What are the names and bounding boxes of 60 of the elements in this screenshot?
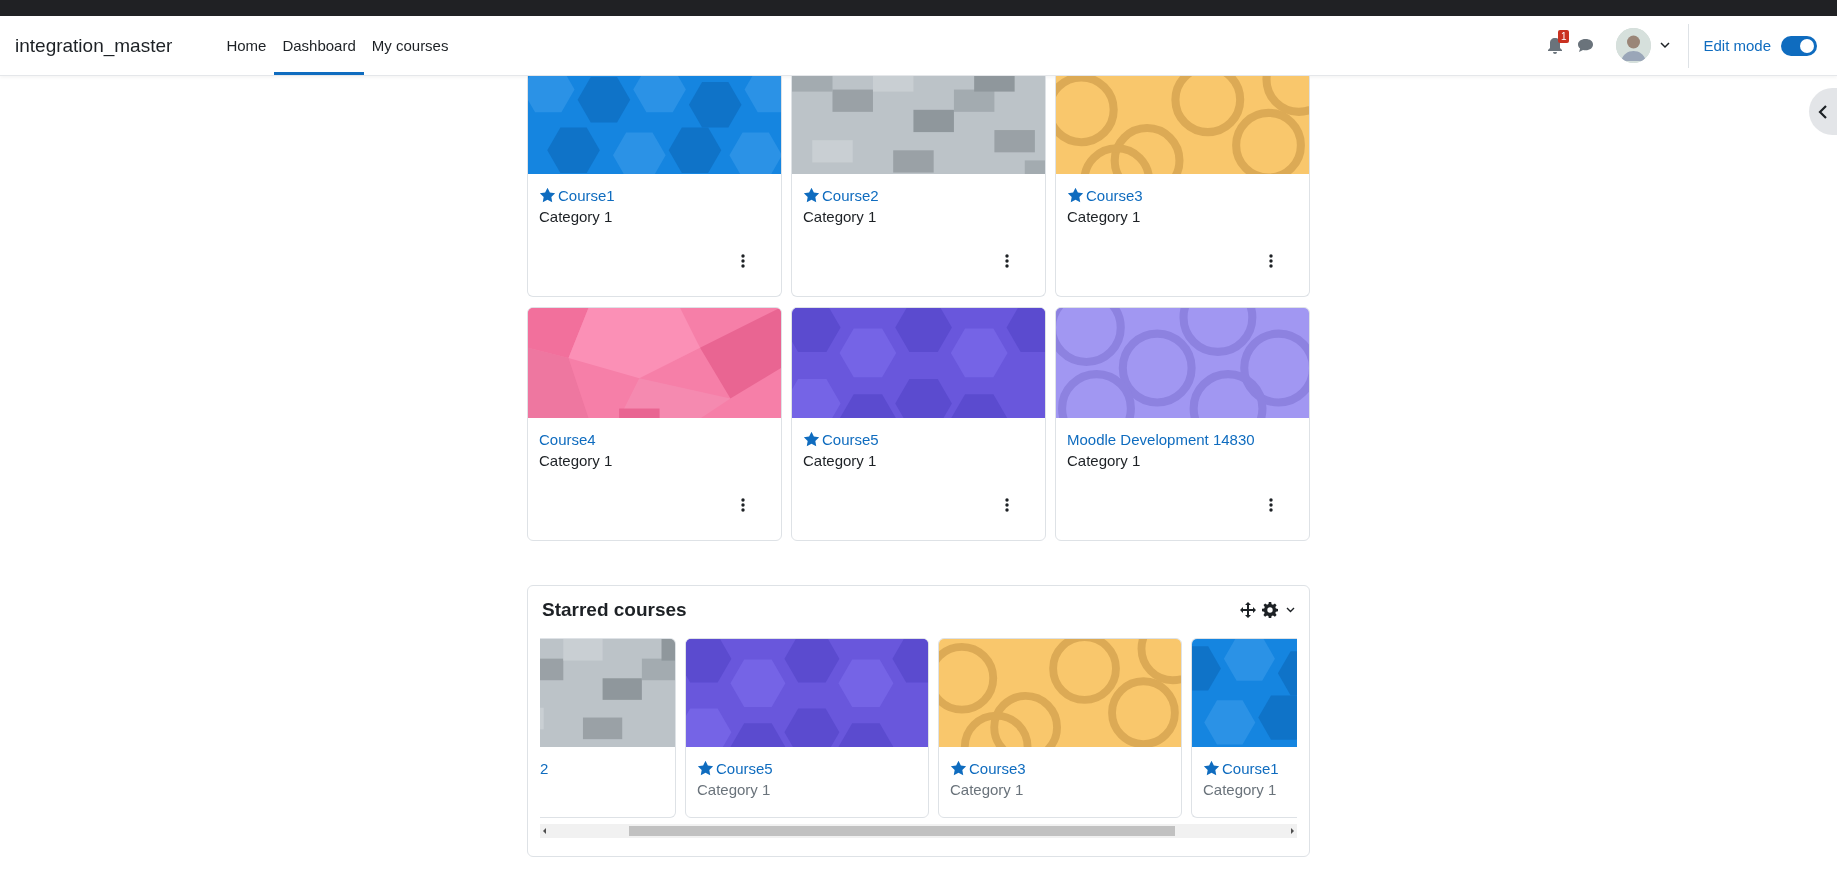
move-icon[interactable] bbox=[1240, 602, 1256, 618]
course-card[interactable]: Course3 Category 1 bbox=[938, 638, 1182, 818]
more-options-icon[interactable] bbox=[741, 498, 745, 512]
course-card[interactable]: Moodle Development 14830 Category 1 bbox=[1055, 307, 1310, 541]
edit-mode-label: Edit mode bbox=[1703, 37, 1771, 54]
course-link[interactable]: Course5 bbox=[822, 430, 879, 448]
course-card[interactable]: Course3 Category 1 bbox=[1055, 76, 1310, 297]
star-icon bbox=[950, 760, 967, 776]
course-category: Category 1 bbox=[539, 208, 614, 225]
star-icon bbox=[697, 760, 714, 776]
course-link[interactable]: Course1 bbox=[558, 186, 615, 204]
star-icon bbox=[1067, 187, 1084, 203]
course-category: Category 1 bbox=[539, 452, 614, 469]
course-category: Category 1 bbox=[1067, 452, 1142, 469]
nav-tab[interactable]: Dashboard bbox=[274, 16, 364, 75]
course-card[interactable]: Course1 Category 1 bbox=[527, 76, 782, 297]
course-category: Category 1 bbox=[803, 208, 878, 225]
course-category: Category 1 bbox=[1067, 208, 1142, 225]
course-link[interactable]: Course5 bbox=[716, 759, 773, 777]
course-card[interactable]: 2 bbox=[540, 638, 676, 818]
course-card[interactable]: Course1 Category 1 bbox=[1191, 638, 1297, 818]
course-card[interactable]: Course5 Category 1 bbox=[791, 307, 1046, 541]
course-link[interactable]: 2 bbox=[540, 759, 549, 777]
course-category: Category 1 bbox=[950, 781, 1025, 798]
notification-badge: 1 bbox=[1557, 29, 1570, 43]
course-category: Category 1 bbox=[1203, 781, 1278, 798]
course-category: Category 1 bbox=[697, 781, 772, 798]
course-link[interactable]: Course1 bbox=[1222, 759, 1279, 777]
drawer-toggle[interactable] bbox=[1809, 88, 1837, 135]
course-link[interactable]: Moodle Development 14830 bbox=[1067, 430, 1255, 448]
course-card[interactable]: Course2 Category 1 bbox=[791, 76, 1046, 297]
course-category: Category 1 bbox=[803, 452, 878, 469]
star-icon bbox=[803, 187, 820, 203]
more-options-icon[interactable] bbox=[1269, 254, 1273, 268]
more-options-icon[interactable] bbox=[1269, 498, 1273, 512]
nav-tab[interactable]: My courses bbox=[363, 16, 457, 75]
more-options-icon[interactable] bbox=[741, 254, 745, 268]
scrollbar-thumb[interactable] bbox=[629, 826, 1175, 836]
star-icon bbox=[539, 187, 556, 203]
caret-icon[interactable] bbox=[1286, 607, 1295, 613]
star-icon bbox=[1203, 760, 1220, 776]
course-link[interactable]: Course2 bbox=[822, 186, 879, 204]
chevron-left-icon bbox=[1818, 103, 1828, 120]
site-name[interactable]: integration_master bbox=[15, 34, 173, 57]
avatar[interactable] bbox=[1616, 28, 1652, 63]
course-link[interactable]: Course3 bbox=[1086, 186, 1143, 204]
edit-mode-toggle[interactable] bbox=[1781, 35, 1817, 56]
more-options-icon[interactable] bbox=[1005, 254, 1009, 268]
chat-icon[interactable] bbox=[1577, 38, 1595, 53]
course-card[interactable]: Course5 Category 1 bbox=[685, 638, 929, 818]
star-icon bbox=[803, 431, 820, 447]
course-card[interactable]: Course4 Category 1 bbox=[527, 307, 782, 541]
nav-tab[interactable]: Home bbox=[218, 16, 275, 75]
course-link[interactable]: Course4 bbox=[539, 430, 596, 448]
more-options-icon[interactable] bbox=[1005, 498, 1009, 512]
settings-icon[interactable] bbox=[1262, 602, 1278, 618]
block-title: Starred courses bbox=[542, 599, 688, 621]
horizontal-scrollbar[interactable] bbox=[540, 824, 1297, 838]
course-link[interactable]: Course3 bbox=[969, 759, 1026, 777]
caret-icon[interactable] bbox=[1660, 42, 1671, 49]
